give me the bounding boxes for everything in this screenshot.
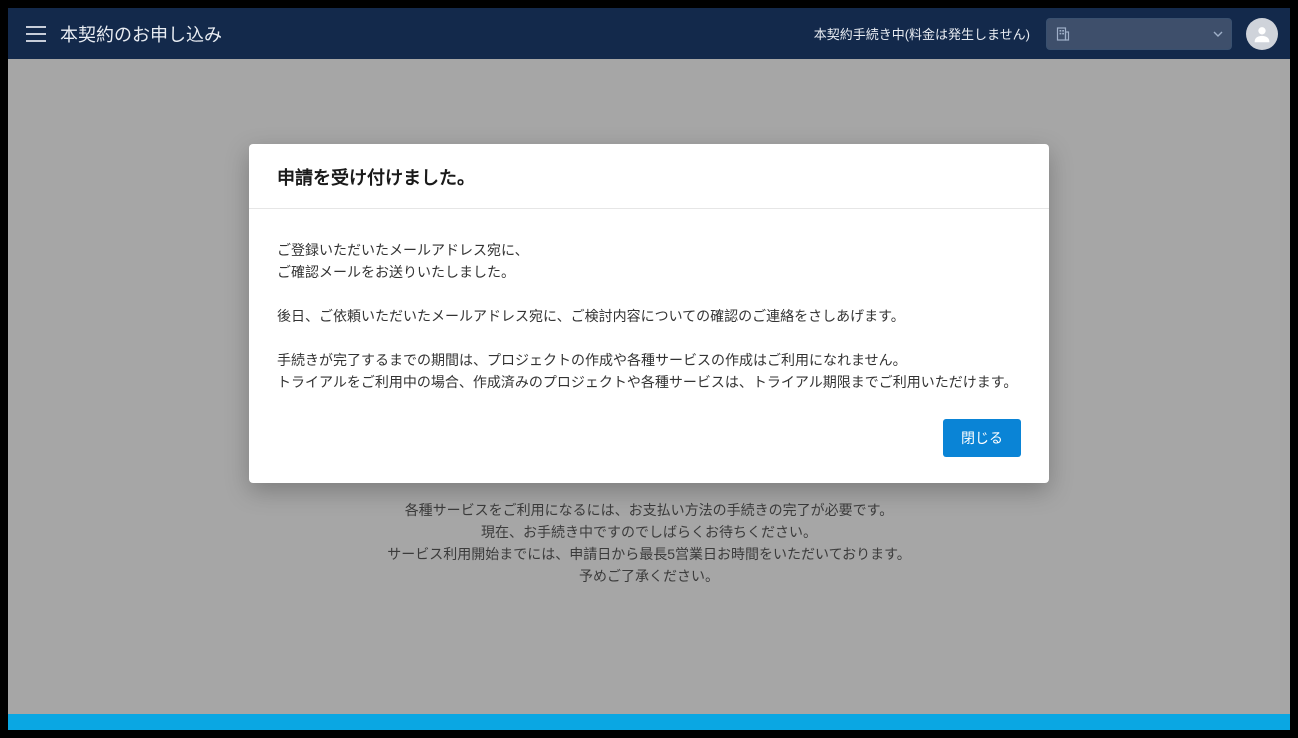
modal-text-line: 後日、ご依頼いただいたメールアドレス宛に、ご検討内容についての確認のご連絡をさし… [277, 308, 905, 324]
bg-notice-line: 予めご了承ください。 [8, 565, 1290, 587]
menu-button[interactable] [16, 14, 56, 54]
user-icon [1251, 23, 1273, 45]
hamburger-icon [26, 26, 46, 42]
bg-notice-line: 各種サービスをご利用になるには、お支払い方法の手続きの完了が必要です。 [8, 499, 1290, 521]
close-button[interactable]: 閉じる [943, 419, 1021, 457]
bg-notice-line: 現在、お手続き中ですのでしばらくお待ちください。 [8, 521, 1290, 543]
app-header: 本契約のお申し込み 本契約手続き中(料金は発生しません) [8, 8, 1290, 59]
modal-text-line: ご確認メールをお送りいたしました。 [277, 264, 515, 280]
organization-select[interactable] [1046, 18, 1232, 50]
background-notice: 各種サービスをご利用になるには、お支払い方法の手続きの完了が必要です。 現在、お… [8, 499, 1290, 587]
page-title: 本契約のお申し込み [60, 21, 222, 47]
modal-text-line: 手続きが完了するまでの期間は、プロジェクトの作成や各種サービスの作成はご利用にな… [277, 352, 907, 368]
page-content: 各種サービスをご利用になるには、お支払い方法の手続きの完了が必要です。 現在、お… [8, 59, 1290, 730]
modal-paragraph: 後日、ご依頼いただいたメールアドレス宛に、ご検討内容についての確認のご連絡をさし… [277, 305, 1021, 327]
modal-body: ご登録いただいたメールアドレス宛に、 ご確認メールをお送りいたしました。 後日、… [249, 209, 1049, 413]
modal-paragraph: ご登録いただいたメールアドレス宛に、 ご確認メールをお送りいたしました。 [277, 239, 1021, 283]
footer-bar [8, 714, 1290, 730]
contract-status-text: 本契約手続き中(料金は発生しません) [814, 24, 1030, 43]
modal-paragraph: 手続きが完了するまでの期間は、プロジェクトの作成や各種サービスの作成はご利用にな… [277, 349, 1021, 393]
modal-text-line: ご登録いただいたメールアドレス宛に、 [277, 242, 529, 258]
modal-actions: 閉じる [249, 413, 1049, 483]
app-frame: 本契約のお申し込み 本契約手続き中(料金は発生しません) [8, 8, 1290, 730]
user-avatar[interactable] [1246, 18, 1278, 50]
confirmation-modal: 申請を受け付けました。 ご登録いただいたメールアドレス宛に、 ご確認メールをお送… [249, 144, 1049, 483]
modal-text-line: トライアルをご利用中の場合、作成済みのプロジェクトや各種サービスは、トライアル期… [277, 374, 1017, 390]
bg-notice-line: サービス利用開始までには、申請日から最長5営業日お時間をいただいております。 [8, 543, 1290, 565]
modal-title: 申請を受け付けました。 [277, 164, 1021, 190]
chevron-down-icon [1213, 31, 1223, 37]
modal-header: 申請を受け付けました。 [249, 144, 1049, 209]
building-icon [1055, 26, 1071, 42]
